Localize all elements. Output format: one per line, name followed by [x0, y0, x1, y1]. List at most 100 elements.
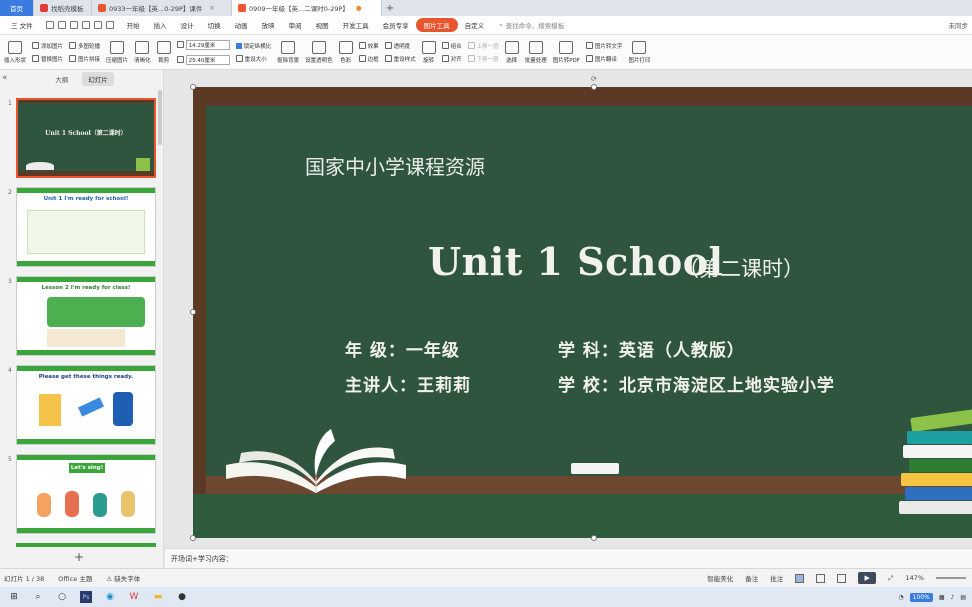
volume-icon[interactable]: ♪ [950, 594, 954, 601]
notification-icon[interactable]: ▤ [960, 594, 966, 601]
rotate-handle-icon[interactable]: ⟳ [591, 75, 597, 83]
tab-docer-templates[interactable]: 找稻壳模板 [34, 0, 92, 16]
preview-icon[interactable] [81, 21, 90, 29]
batch-process-button[interactable]: 批量处理 [525, 40, 547, 64]
search-icon[interactable]: ⌕ [32, 591, 44, 603]
sharpen-button[interactable]: 清晰化 [134, 40, 151, 64]
tab-home[interactable]: 首页 [0, 0, 34, 16]
windows-start-icon[interactable]: ⊞ [8, 591, 20, 603]
menu-custom[interactable]: 自定义 [458, 20, 492, 30]
menu-developer[interactable]: 开发工具 [336, 20, 376, 30]
fit-window-icon[interactable]: ⤢ [888, 574, 893, 583]
slide-thumbnail[interactable] [16, 543, 156, 547]
user-icon[interactable]: ◔ [898, 594, 903, 601]
slide-thumbnail[interactable]: Let's sing! [16, 454, 156, 534]
compress-picture-button[interactable]: 压缩图片 [106, 40, 128, 64]
slide-thumbnail[interactable]: Unit 1 I'm ready for school! [16, 187, 156, 267]
lock-ratio-checkbox[interactable]: 锁定纵横比 [235, 42, 271, 50]
task-view-icon[interactable]: ○ [56, 591, 68, 603]
set-transparent-button[interactable]: 设置透明色 [305, 40, 333, 64]
picture-to-pdf-button[interactable]: 图片转PDF [553, 40, 580, 64]
resize-handle[interactable] [591, 535, 597, 541]
menu-file[interactable]: 三 文件 [4, 20, 40, 30]
battery-indicator[interactable]: 100% [909, 592, 933, 602]
send-backward-button[interactable]: 下移一层 [467, 55, 499, 63]
menu-transitions[interactable]: 切换 [201, 20, 228, 30]
group-button[interactable]: 组合 [441, 42, 462, 50]
smart-beautify-button[interactable]: 智能美化 [707, 573, 733, 583]
slide-thumbnail-partial[interactable] [0, 543, 164, 547]
theme-name[interactable]: Office 主题 [58, 573, 92, 583]
insert-shape-button[interactable]: 插入形状 [4, 40, 26, 64]
height-field[interactable]: 14.29厘米 [176, 39, 230, 50]
save-icon[interactable] [45, 21, 54, 29]
menu-insert[interactable]: 插入 [147, 20, 174, 30]
close-icon[interactable]: ✕ [209, 4, 214, 12]
sorter-view-icon[interactable] [816, 573, 826, 583]
play-slideshow-button[interactable]: ▶ [858, 572, 877, 584]
command-search[interactable]: ⌕ 查找命令、搜索模板 [499, 20, 564, 31]
slide-canvas[interactable]: 国家中小学课程资源 Unit 1 School （第二课时） 年 级：一年级 学… [193, 87, 972, 538]
app-icon[interactable]: ● [176, 591, 188, 603]
bring-forward-button[interactable]: 上移一层 [467, 42, 499, 50]
height-input[interactable]: 14.29厘米 [185, 39, 230, 50]
network-icon[interactable]: ▦ [939, 594, 945, 601]
reading-view-icon[interactable] [837, 573, 847, 583]
menu-member[interactable]: 会员专享 [376, 20, 416, 30]
menu-picture-tools[interactable]: 图片工具 [415, 18, 458, 32]
reset-style-button[interactable]: 重设样式 [384, 55, 416, 63]
rotate-button[interactable]: 旋转 [421, 40, 436, 64]
width-input[interactable]: 25.40厘米 [185, 54, 230, 65]
export-icon[interactable] [57, 21, 66, 29]
zoom-slider[interactable] [936, 577, 966, 579]
resize-handle[interactable] [190, 309, 196, 315]
folder-icon[interactable]: ▬ [152, 591, 164, 603]
missing-font-button[interactable]: ⚠ 缺失字体 [106, 573, 140, 583]
picture-translate-button[interactable]: 图片翻译 [585, 55, 623, 63]
redo-icon[interactable] [105, 21, 114, 29]
width-field[interactable]: 25.40厘米 [176, 54, 230, 65]
photoshop-icon[interactable]: Ps [80, 591, 92, 603]
tab-slides[interactable]: 幻灯片 [82, 72, 114, 86]
add-picture-button[interactable]: 添加图片 [32, 42, 63, 50]
transparency-button[interactable]: 透明度 [384, 42, 416, 50]
menu-home[interactable]: 开始 [120, 20, 147, 30]
new-tab-button[interactable]: + [382, 0, 398, 16]
menu-design[interactable]: 设计 [174, 20, 201, 30]
undo-icon[interactable] [93, 21, 102, 29]
tab-document-1[interactable]: 0933一年级【英...0-29P】课件 ✕ [92, 0, 232, 16]
slide-thumbnail[interactable]: Unit 1 School（第二课时） [16, 98, 156, 178]
slide-thumbnail[interactable]: Please get these things ready. [16, 365, 156, 445]
edge-icon[interactable]: ◉ [104, 591, 116, 603]
effects-button[interactable]: 效果 [358, 42, 379, 50]
multi-picture-button[interactable]: 多图轮播 [69, 42, 100, 50]
normal-view-icon[interactable] [795, 573, 805, 583]
tab-outline[interactable]: 大纲 [49, 72, 74, 86]
reset-size-button[interactable]: 重设大小 [235, 55, 272, 63]
menu-view[interactable]: 视图 [309, 20, 336, 30]
align-button[interactable]: 对齐 [441, 55, 462, 63]
wps-icon[interactable]: W [128, 591, 140, 603]
menu-animations[interactable]: 动画 [228, 20, 255, 30]
tab-document-2[interactable]: 0909一年级【英...二课时0-29P】 ● [232, 0, 382, 16]
menu-review[interactable]: 审阅 [282, 20, 309, 30]
resize-handle[interactable] [190, 84, 196, 90]
slide-thumbnail[interactable]: Lesson 2 I'm ready for class! [16, 276, 156, 356]
picture-splice-button[interactable]: 图片拼接 [69, 55, 100, 63]
speaker-notes[interactable]: 开场词+学习内容： [165, 548, 972, 568]
collapse-pane-icon[interactable]: « [2, 73, 8, 83]
replace-picture-button[interactable]: 替换图片 [32, 55, 63, 63]
color-button[interactable]: 色彩 [338, 40, 353, 64]
picture-print-button[interactable]: 图片打印 [628, 40, 650, 64]
pane-scrollbar[interactable] [158, 90, 162, 145]
add-slide-button[interactable]: + [74, 550, 84, 564]
resize-handle[interactable] [190, 535, 196, 541]
sync-status[interactable]: 未同步 [949, 20, 972, 30]
notes-toggle-button[interactable]: 备注 [745, 573, 758, 583]
zoom-level[interactable]: 147% [905, 574, 924, 582]
select-button[interactable]: 选择 [504, 40, 519, 64]
print-icon[interactable] [69, 21, 78, 29]
border-button[interactable]: 边框 [358, 55, 379, 63]
picture-to-text-button[interactable]: 图片转文字 [585, 42, 622, 50]
menu-slideshow[interactable]: 放映 [255, 20, 282, 30]
